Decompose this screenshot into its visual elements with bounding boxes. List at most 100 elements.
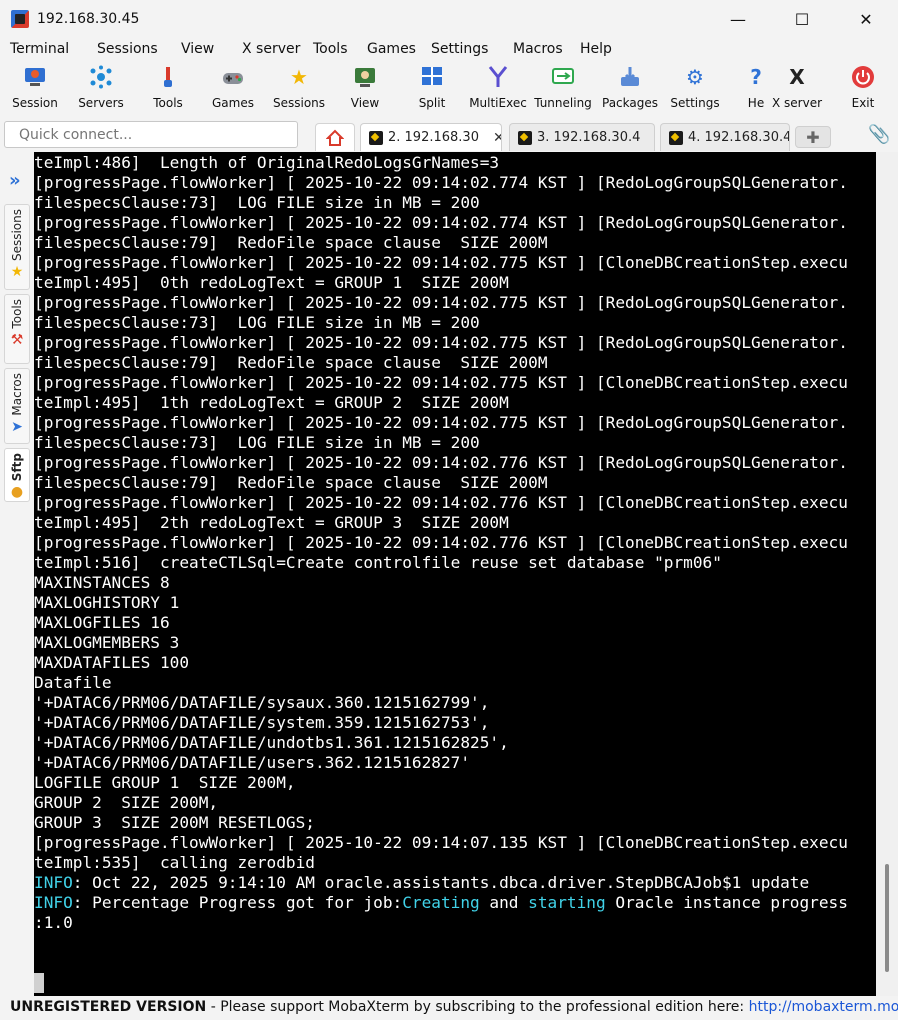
new-tab-button[interactable]: ✚ [795,126,831,148]
tab-session-4[interactable]: 4. 192.168.30.4 [660,123,790,151]
menu-terminal[interactable]: Terminal [10,41,69,57]
toolbar-games-button[interactable]: Games [210,64,256,114]
toolbar-servers-button[interactable]: Servers [78,64,124,114]
terminal-line: filespecsClause:73] LOG FILE size in MB … [34,313,480,332]
plus-icon: ✚ [806,127,820,147]
attach-icon[interactable]: 📎 [868,124,890,145]
session-icon [22,64,48,90]
terminal-line: '+DATAC6/PRM06/DATAFILE/users.362.121516… [34,753,471,772]
maximize-button[interactable]: ☐ [770,0,834,38]
terminal-line: MAXINSTANCES 8 [34,573,170,592]
menu-help[interactable]: Help [580,41,612,57]
toolbar-help-button[interactable]: ? He [746,64,766,114]
terminal-line: teImpl:486] Length of OriginalRedoLogsGr… [34,153,500,172]
mobatek-link[interactable]: http://mobaxterm.mobatek.net [749,999,898,1015]
terminal-cursor [34,973,44,993]
menu-sessions[interactable]: Sessions [97,41,158,57]
sftp-globe-icon: ● [10,484,24,501]
terminal-line-info: INFO: Percentage Progress got for job:Cr… [34,893,848,912]
tab-session-2[interactable]: 2. 192.168.30 ✕ [360,123,502,151]
toolbar-tunneling-button[interactable]: Tunneling [534,64,592,114]
double-chevron-right-icon[interactable]: » [9,170,21,191]
tools-icon [155,64,181,90]
sidebar-tab-macros[interactable]: Macros ➤ [4,368,30,444]
toolbar-exit-button[interactable]: Exit [846,64,880,114]
terminal-line: GROUP 2 SIZE 200M, [34,793,219,812]
terminal-line: teImpl:495] 1th redoLogText = GROUP 2 SI… [34,393,509,412]
terminal-line: GROUP 3 SIZE 200M RESETLOGS; [34,813,315,832]
terminal-line: :1.0 [34,913,73,932]
tab-close-icon[interactable]: ✕ [493,130,501,146]
terminal-line: teImpl:495] 2th redoLogText = GROUP 3 SI… [34,513,509,532]
tab-label: 4. 192.168.30.4 [688,130,790,145]
terminal-output[interactable]: teImpl:486] Length of OriginalRedoLogsGr… [34,152,876,996]
menu-games[interactable]: Games [367,41,416,57]
mobaxterm-logo-icon [11,10,29,28]
terminal-line: filespecsClause:73] LOG FILE size in MB … [34,433,480,452]
toolbar-settings-button[interactable]: ⚙ Settings [670,64,720,114]
close-window-button[interactable]: ✕ [834,0,898,38]
menu-view[interactable]: View [181,41,214,57]
sidebar-tab-tools[interactable]: Tools ⚒ [4,294,30,364]
tab-label: 3. 192.168.30.4 [537,130,641,145]
terminal-line-info: INFO: Oct 22, 2025 9:14:10 AM oracle.ass… [34,873,810,892]
terminal-line: Datafile [34,673,112,692]
terminal-line: MAXLOGHISTORY 1 [34,593,180,612]
toolbar-packages-button[interactable]: Packages [601,64,659,114]
terminal-line: filespecsClause:73] LOG FILE size in MB … [34,193,480,212]
terminal-line: '+DATAC6/PRM06/DATAFILE/undotbs1.361.121… [34,733,509,752]
toolbar-x-server-button[interactable]: X X server [770,64,824,114]
packages-icon [617,64,643,90]
tunneling-icon [550,64,576,90]
terminal-line: [progressPage.flowWorker] [ 2025-10-22 0… [34,453,848,472]
terminal-line: [progressPage.flowWorker] [ 2025-10-22 0… [34,213,848,232]
send-icon: ➤ [11,418,23,435]
scrollbar-thumb[interactable] [885,864,889,972]
terminal-line: [progressPage.flowWorker] [ 2025-10-22 0… [34,533,848,552]
terminal-line: teImpl:535] calling zerodbid [34,853,315,872]
view-icon [352,64,378,90]
terminal-line: teImpl:516] createCTLSql=Create controlf… [34,553,722,572]
minimize-button[interactable]: — [706,0,770,38]
menu-macros[interactable]: Macros [513,41,563,57]
terminal-line: filespecsClause:79] RedoFile space claus… [34,473,548,492]
terminal-line: [progressPage.flowWorker] [ 2025-10-22 0… [34,493,848,512]
left-sidebar: » Sessions ★ Tools ⚒ Macros ➤ Sftp ● [0,152,34,997]
power-icon [850,64,876,90]
terminal-tab-icon [669,130,683,145]
terminal-line: filespecsClause:79] RedoFile space claus… [34,353,548,372]
toolbar-multiexec-button[interactable]: MultiExec [469,64,527,114]
sidebar-tab-sftp[interactable]: Sftp ● [4,448,30,502]
terminal-line: teImpl:495] 0th redoLogText = GROUP 1 SI… [34,273,509,292]
toolbar-sessions-button[interactable]: ★ Sessions [273,64,325,114]
toolbar-tools-button[interactable]: Tools [145,64,191,114]
menu-settings[interactable]: Settings [431,41,488,57]
star-icon: ★ [290,65,308,89]
home-icon [326,129,344,146]
toolbar-session-button[interactable]: Session [12,64,58,114]
terminal-line: [progressPage.flowWorker] [ 2025-10-22 0… [34,373,848,392]
terminal-line: MAXLOGMEMBERS 3 [34,633,180,652]
terminal-line: [progressPage.flowWorker] [ 2025-10-22 0… [34,253,848,272]
terminal-line: [progressPage.flowWorker] [ 2025-10-22 0… [34,173,848,192]
terminal-scrollbar[interactable] [876,152,898,996]
toolbar-split-button[interactable]: Split [409,64,455,114]
split-icon [419,64,445,90]
terminal-line: [progressPage.flowWorker] [ 2025-10-22 0… [34,333,848,352]
terminal-line: MAXLOGFILES 16 [34,613,170,632]
games-icon [220,64,246,90]
quick-connect-bar: 2. 192.168.30 ✕ 3. 192.168.30.4 4. 192.1… [0,118,898,152]
sidebar-tab-sessions[interactable]: Sessions ★ [4,204,30,290]
home-tab[interactable] [315,123,355,151]
toolbar-view-button[interactable]: View [342,64,388,114]
terminal-line: [progressPage.flowWorker] [ 2025-10-22 0… [34,413,848,432]
tab-session-3[interactable]: 3. 192.168.30.4 [509,123,655,151]
terminal-line: MAXDATAFILES 100 [34,653,190,672]
terminal-line: '+DATAC6/PRM06/DATAFILE/sysaux.360.12151… [34,693,490,712]
menu-x-server[interactable]: X server [242,41,300,57]
window-title: 192.168.30.45 [37,11,140,27]
menu-tools[interactable]: Tools [313,41,348,57]
help-icon: ? [750,65,762,89]
quick-connect-input[interactable] [4,121,298,148]
title-bar: 192.168.30.45 — ☐ ✕ [0,0,898,38]
